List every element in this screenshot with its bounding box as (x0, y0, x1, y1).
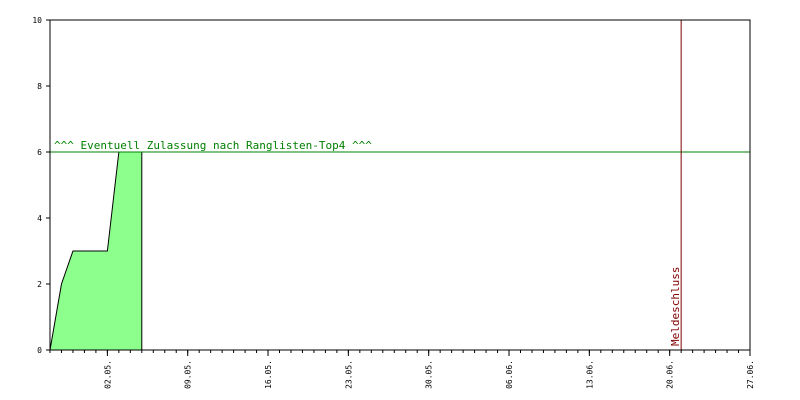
x-tick-label: 13.06. (585, 360, 594, 389)
x-tick-label: 23.05. (344, 360, 353, 389)
y-tick-label: 0 (37, 346, 42, 355)
x-tick-label: 06.06. (505, 360, 514, 389)
area-layer (49, 151, 143, 351)
x-tick-label: 20.06. (666, 360, 675, 389)
x-tick-label: 30.05. (425, 360, 434, 389)
y-tick-label: 10 (32, 16, 42, 25)
x-axis: 02.05. 09.05. 16.05. 23.05. 30.05. 06.06. 13.0… (49, 350, 755, 389)
chart: ^^^ Eventuell Zulassung nach Ranglisten-… (32, 16, 755, 389)
y-tick-label: 4 (37, 214, 42, 223)
x-tick-label: 27.06. (746, 360, 755, 389)
plot-frame (49, 19, 751, 351)
y-tick-label: 8 (37, 82, 42, 91)
deadline-label: Meldeschluss (669, 267, 682, 346)
x-tick-label: 16.05. (264, 360, 273, 389)
y-tick-label: 6 (37, 148, 42, 157)
x-tick-label: 09.05. (184, 360, 193, 389)
reference-lines: ^^^ Eventuell Zulassung nach Ranglisten-… (50, 20, 750, 350)
x-tick-label: 02.05. (103, 360, 112, 389)
y-axis: 0 2 4 6 8 10 (32, 16, 50, 355)
y-tick-label: 2 (37, 280, 42, 289)
threshold-label: ^^^ Eventuell Zulassung nach Ranglisten-… (54, 139, 372, 152)
